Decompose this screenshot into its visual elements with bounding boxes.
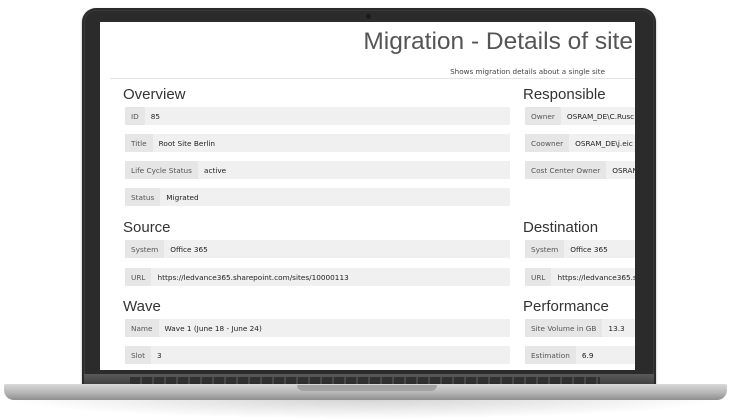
field-label: System	[125, 240, 165, 258]
field-status: Status Migrated	[125, 188, 510, 206]
field-value[interactable]: OSRAM_DE\C.Rusc	[561, 112, 635, 121]
field-destination-system: System Office 365	[525, 240, 635, 258]
field-label: Title	[125, 134, 153, 152]
field-cost-center-owner: Cost Center Owner OSRAN	[525, 161, 635, 179]
field-value[interactable]: 6.9	[576, 351, 600, 360]
field-life-cycle-status: Life Cycle Status active	[125, 161, 510, 179]
page-title: Migration - Details of site	[363, 28, 633, 55]
field-label: URL	[525, 268, 552, 286]
field-label: Life Cycle Status	[125, 161, 198, 179]
field-slot: Slot 3	[125, 346, 510, 364]
field-label: Cost Center Owner	[525, 161, 607, 179]
field-label: Estimation	[525, 346, 576, 364]
field-value[interactable]: Office 365	[564, 245, 614, 254]
field-label: Name	[125, 319, 159, 337]
overview-heading: Overview	[123, 86, 186, 103]
field-destination-url: URL https://ledvance365.s	[525, 268, 635, 286]
field-site-volume: Site Volume in GB 13.3	[525, 319, 635, 337]
page-subtitle: Shows migration details about a single s…	[450, 67, 605, 76]
responsible-heading: Responsible	[523, 86, 606, 103]
field-value[interactable]: OSRAM_DE\j.eic	[569, 139, 635, 148]
camera-icon	[366, 14, 371, 19]
field-id: ID 85	[125, 107, 510, 125]
field-label: Owner	[525, 107, 561, 125]
field-label: Slot	[125, 346, 151, 364]
laptop-shadow	[0, 398, 731, 419]
field-value[interactable]: Migrated	[160, 193, 204, 202]
field-label: System	[525, 240, 565, 258]
field-owner: Owner OSRAM_DE\C.Rusc	[525, 107, 635, 125]
field-label: Status	[125, 188, 161, 206]
field-value[interactable]: Root Site Berlin	[153, 139, 221, 148]
performance-heading: Performance	[523, 298, 609, 315]
field-value[interactable]: OSRAN	[606, 166, 635, 175]
header-divider	[110, 78, 635, 79]
field-label: ID	[125, 107, 145, 125]
field-wave-name: Name Wave 1 (June 18 - June 24)	[125, 319, 510, 337]
wave-heading: Wave	[123, 298, 161, 315]
laptop-notch	[297, 385, 437, 391]
field-estimation: Estimation 6.9	[525, 346, 635, 364]
field-title: Title Root Site Berlin	[125, 134, 510, 152]
screen: Migration - Details of site Shows migrat…	[100, 22, 635, 370]
field-coowner: Coowner OSRAM_DE\j.eic	[525, 134, 635, 152]
field-label: URL	[125, 268, 152, 286]
field-value[interactable]: 3	[151, 351, 168, 360]
field-label: Coowner	[525, 134, 570, 152]
field-source-url: URL https://ledvance365.sharepoint.com/s…	[125, 268, 510, 286]
field-value[interactable]: 13.3	[602, 324, 630, 333]
field-value[interactable]: Office 365	[164, 245, 214, 254]
field-value[interactable]: 85	[145, 112, 166, 121]
field-source-system: System Office 365	[125, 240, 510, 258]
destination-heading: Destination	[523, 219, 599, 236]
field-value[interactable]: active	[198, 166, 232, 175]
field-label: Site Volume in GB	[525, 319, 603, 337]
field-value[interactable]: Wave 1 (June 18 - June 24)	[159, 324, 268, 333]
field-value[interactable]: https://ledvance365.sharepoint.com/sites…	[151, 273, 354, 282]
source-heading: Source	[123, 219, 171, 236]
field-value[interactable]: https://ledvance365.s	[551, 273, 635, 282]
